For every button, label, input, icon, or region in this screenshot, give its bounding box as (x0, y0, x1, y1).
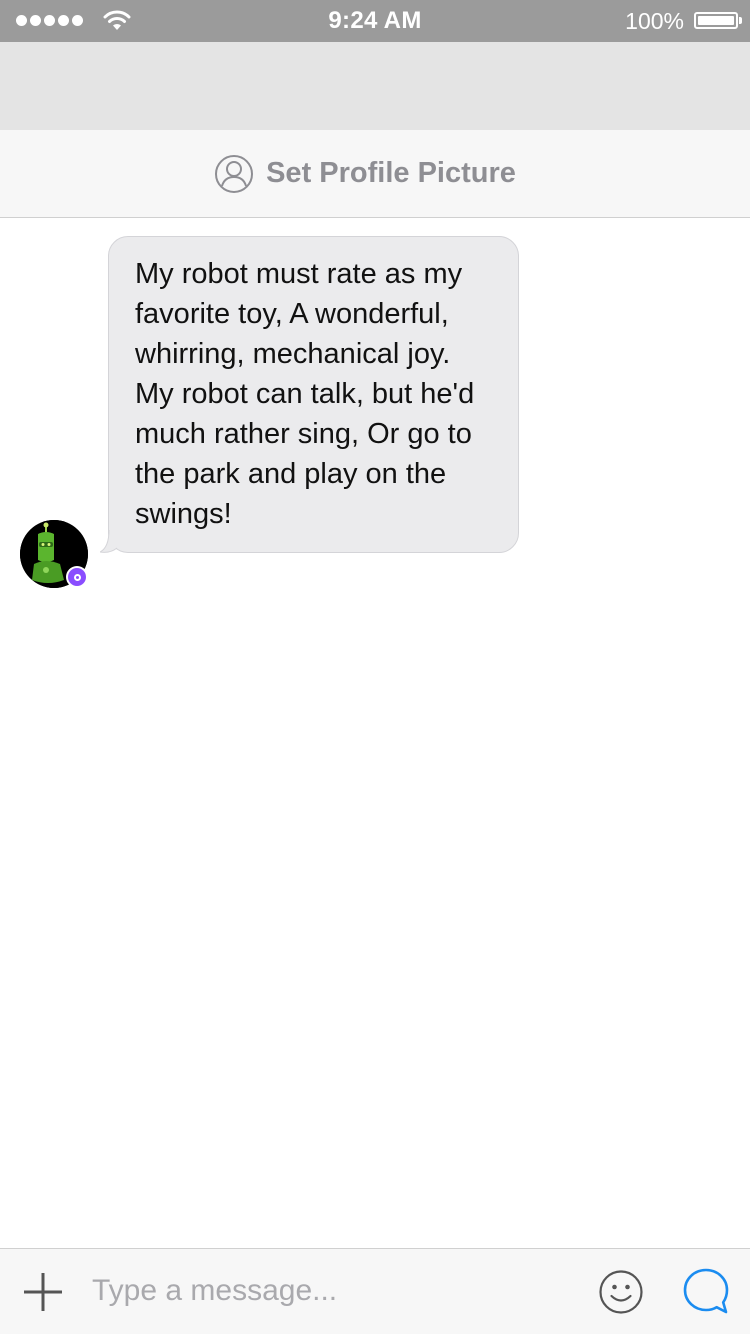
message-composer (0, 1248, 750, 1334)
message-row: My robot must rate as my favorite toy, A… (100, 236, 519, 553)
nav-header (0, 42, 750, 130)
set-profile-picture-label: Set Profile Picture (266, 157, 516, 189)
battery-icon (694, 12, 738, 29)
chat-bubble-icon[interactable] (682, 1267, 730, 1315)
chat-screen: 9:24 AM 100% Set Profile Picture My robo… (0, 0, 750, 1334)
status-bar: 9:24 AM 100% (0, 0, 750, 42)
plus-icon[interactable] (22, 1271, 64, 1313)
person-circle-icon (214, 154, 254, 194)
bubble-tail (100, 530, 118, 553)
battery-nub (739, 17, 742, 24)
set-profile-picture-button[interactable]: Set Profile Picture (0, 130, 750, 218)
smiley-icon[interactable] (598, 1269, 644, 1315)
message-bubble[interactable]: My robot must rate as my favorite toy, A… (108, 236, 519, 553)
message-input[interactable] (92, 1267, 572, 1315)
battery-percent: 100% (625, 8, 684, 34)
message-text: My robot must rate as my favorite toy, A… (135, 258, 475, 530)
bot-badge-icon (66, 566, 88, 588)
